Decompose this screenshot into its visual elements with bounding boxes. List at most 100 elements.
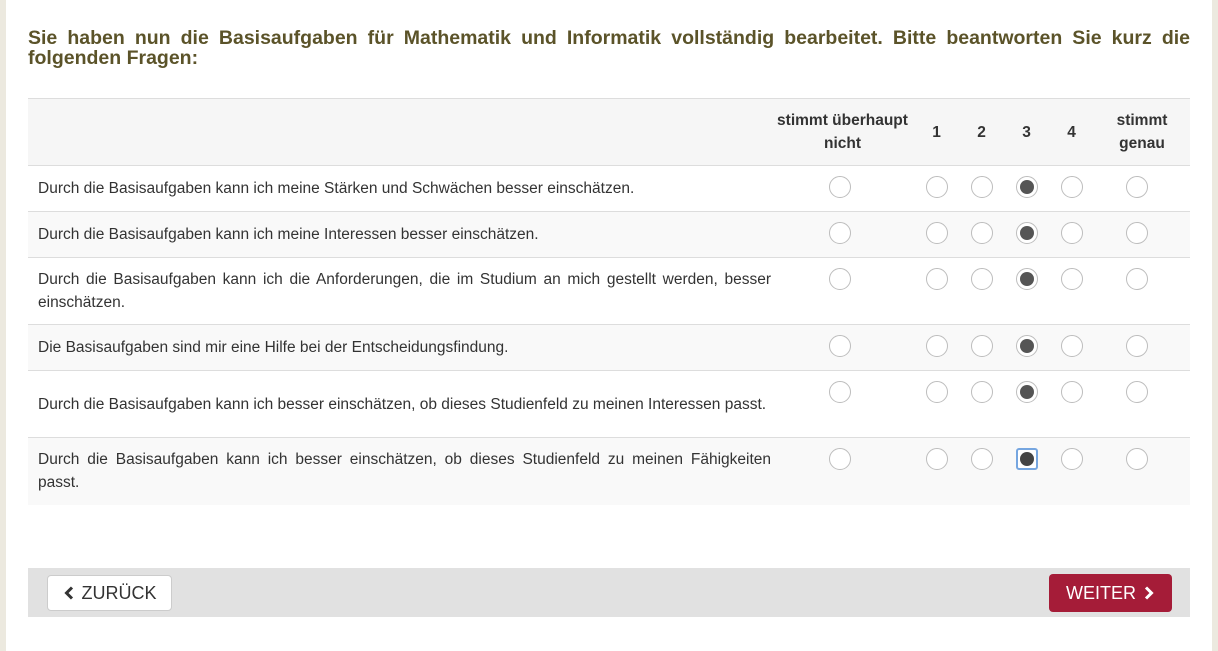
header-scale-2: 2 xyxy=(959,98,1004,166)
option-cell xyxy=(1004,371,1049,438)
option-cell xyxy=(914,166,959,212)
radio-option-4[interactable] xyxy=(1060,176,1083,198)
question-text: Durch die Basisaufgaben kann ich die Anf… xyxy=(38,271,771,311)
radio-dot xyxy=(1019,452,1034,466)
page-heading: Sie haben nun die Basisaufgaben für Math… xyxy=(28,27,1190,69)
question-row: Durch die Basisaufgaben kann ich besser … xyxy=(28,437,1190,505)
radio-option-1[interactable] xyxy=(925,381,948,403)
radio-option-1[interactable] xyxy=(925,176,948,198)
radio-option-1[interactable] xyxy=(925,448,948,470)
option-cell xyxy=(959,258,1004,325)
option-cell xyxy=(771,325,914,371)
radio-option-2[interactable] xyxy=(970,268,993,290)
radio-option-0[interactable] xyxy=(828,268,851,290)
option-cell xyxy=(1094,325,1190,371)
radio-option-2[interactable] xyxy=(970,222,993,244)
matrix-header-row: stimmt überhaupt nicht 1 2 3 4 stimmt ge… xyxy=(28,98,1190,166)
header-scale-5: stimmt genau xyxy=(1094,98,1190,166)
radio-option-4[interactable] xyxy=(1060,448,1083,470)
option-cell xyxy=(914,438,959,505)
question-text: Durch die Basisaufgaben kann ich meine I… xyxy=(38,226,539,243)
question-cell: Durch die Basisaufgaben kann ich besser … xyxy=(28,438,771,505)
option-cell xyxy=(959,438,1004,505)
back-button-label: ZURÜCK xyxy=(81,582,157,603)
radio-option-1[interactable] xyxy=(925,335,948,357)
question-text: Durch die Basisaufgaben kann ich besser … xyxy=(38,395,767,413)
header-scale-0: stimmt überhaupt nicht xyxy=(771,98,914,166)
option-cell xyxy=(914,212,959,258)
header-question-column xyxy=(28,98,771,166)
radio-option-5[interactable] xyxy=(1126,335,1148,357)
radio-option-0[interactable] xyxy=(828,381,851,403)
option-cell xyxy=(771,438,914,505)
option-cell xyxy=(1049,258,1094,325)
option-cell xyxy=(959,212,1004,258)
radio-option-5[interactable] xyxy=(1126,222,1148,244)
option-cell xyxy=(1049,212,1094,258)
option-cell xyxy=(1004,258,1049,325)
radio-option-4[interactable] xyxy=(1060,268,1083,290)
radio-option-5[interactable] xyxy=(1126,448,1148,470)
option-cell xyxy=(1004,212,1049,258)
radio-option-4[interactable] xyxy=(1060,335,1083,357)
chevron-right-icon xyxy=(1144,586,1154,600)
option-cell xyxy=(914,325,959,371)
option-cell xyxy=(1004,438,1049,505)
option-cell xyxy=(1094,166,1190,212)
radio-option-3[interactable] xyxy=(1015,222,1038,244)
radio-option-3[interactable] xyxy=(1015,176,1038,198)
radio-option-3[interactable] xyxy=(1015,448,1038,470)
option-cell xyxy=(1094,438,1190,505)
option-cell xyxy=(1049,325,1094,371)
radio-option-5[interactable] xyxy=(1126,176,1148,198)
radio-option-5[interactable] xyxy=(1126,268,1148,290)
question-cell: Durch die Basisaufgaben kann ich meine I… xyxy=(28,212,771,258)
option-cell xyxy=(1049,166,1094,212)
option-cell xyxy=(771,212,914,258)
radio-option-5[interactable] xyxy=(1126,381,1148,403)
question-row: Durch die Basisaufgaben kann ich meine S… xyxy=(28,165,1190,212)
radio-option-4[interactable] xyxy=(1060,222,1083,244)
option-cell xyxy=(1094,212,1190,258)
question-row: Durch die Basisaufgaben kann ich besser … xyxy=(28,370,1190,438)
question-cell: Durch die Basisaufgaben kann ich meine S… xyxy=(28,166,771,212)
radio-option-2[interactable] xyxy=(970,335,993,357)
option-cell xyxy=(771,258,914,325)
radio-option-3[interactable] xyxy=(1015,381,1038,403)
option-cell xyxy=(959,166,1004,212)
radio-option-0[interactable] xyxy=(828,335,851,357)
radio-option-2[interactable] xyxy=(970,176,993,198)
question-text: Durch die Basisaufgaben kann ich meine S… xyxy=(38,180,635,197)
option-cell xyxy=(914,258,959,325)
chevron-left-icon xyxy=(63,586,73,600)
radio-option-3[interactable] xyxy=(1015,335,1038,357)
likert-matrix: stimmt überhaupt nicht 1 2 3 4 stimmt ge… xyxy=(28,98,1190,505)
radio-option-1[interactable] xyxy=(925,268,948,290)
header-scale-4: 4 xyxy=(1049,98,1094,166)
radio-option-0[interactable] xyxy=(828,448,851,470)
question-row: Durch die Basisaufgaben kann ich die Anf… xyxy=(28,257,1190,325)
header-scale-1: 1 xyxy=(914,98,959,166)
next-button[interactable]: WEITER xyxy=(1049,574,1172,612)
survey-panel: Sie haben nun die Basisaufgaben für Math… xyxy=(6,0,1212,651)
radio-option-3[interactable] xyxy=(1015,268,1038,290)
back-button[interactable]: ZURÜCK xyxy=(47,575,172,611)
question-text: Die Basisaufgaben sind mir eine Hilfe be… xyxy=(38,339,509,356)
radio-option-4[interactable] xyxy=(1060,381,1083,403)
option-cell xyxy=(1049,371,1094,438)
option-cell xyxy=(771,371,914,438)
radio-option-2[interactable] xyxy=(970,381,993,403)
option-cell xyxy=(1094,371,1190,438)
radio-option-2[interactable] xyxy=(970,448,993,470)
question-cell: Durch die Basisaufgaben kann ich besser … xyxy=(28,371,771,438)
next-button-label: WEITER xyxy=(1066,582,1136,603)
radio-option-1[interactable] xyxy=(925,222,948,244)
radio-option-0[interactable] xyxy=(828,222,851,244)
option-cell xyxy=(914,371,959,438)
question-cell: Durch die Basisaufgaben kann ich die Anf… xyxy=(28,258,771,325)
question-row: Die Basisaufgaben sind mir eine Hilfe be… xyxy=(28,324,1190,371)
question-cell: Die Basisaufgaben sind mir eine Hilfe be… xyxy=(28,325,771,371)
option-cell xyxy=(1004,166,1049,212)
radio-option-0[interactable] xyxy=(828,176,851,198)
option-cell xyxy=(771,166,914,212)
